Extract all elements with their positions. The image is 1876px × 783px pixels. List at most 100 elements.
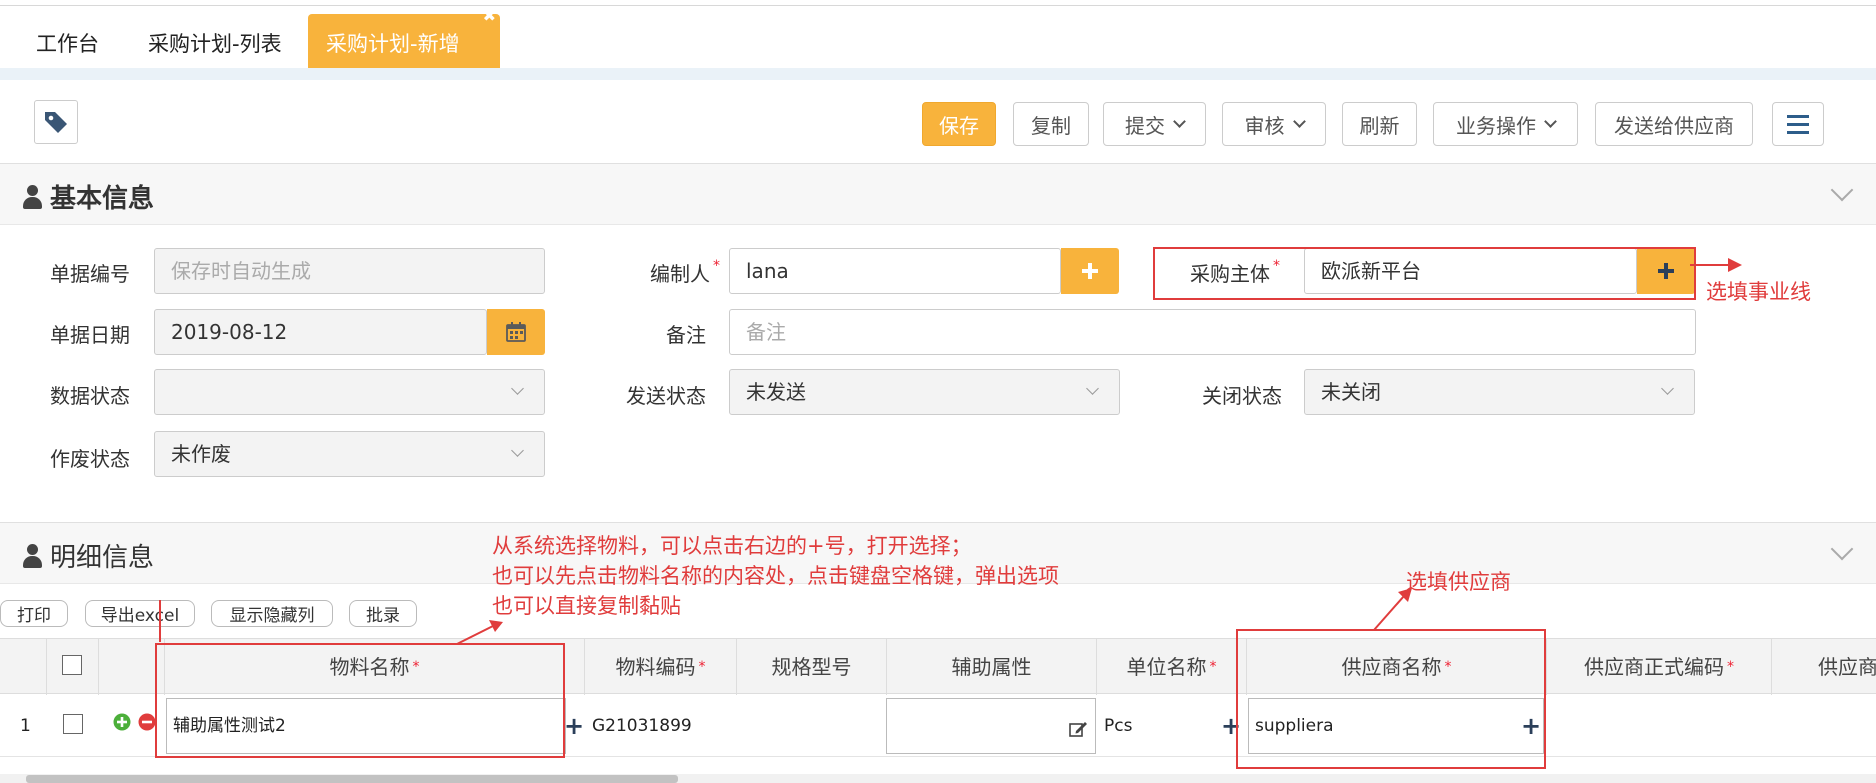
grid-col-supplier-code[interactable]: 供应商正式编码 * xyxy=(1546,639,1771,695)
subject-add-button[interactable] xyxy=(1637,248,1695,294)
col-header-text: 规格型号 xyxy=(771,655,852,679)
col-header-text: 物料编码 xyxy=(615,655,696,679)
subject-label-text: 采购主体 xyxy=(1190,262,1270,286)
editor-field[interactable]: lana xyxy=(729,248,1061,294)
hamburger-menu-button[interactable] xyxy=(1772,102,1824,146)
editor-add-button[interactable] xyxy=(1061,248,1119,294)
tab-purchase-plan-new[interactable]: 采购计划-新增 ✖ xyxy=(308,6,500,68)
annotation-material-2: 也可以先点击物料名称的内容处，点击键盘空格键，弹出选项 xyxy=(492,564,1059,588)
show-hidden-label: 显示隐藏列 xyxy=(229,606,315,626)
tag-icon[interactable] xyxy=(34,100,78,144)
required-mark: * xyxy=(1209,659,1217,675)
grid-col-material-code[interactable]: 物料编码 * xyxy=(584,639,736,695)
section-title: 基本信息 xyxy=(22,178,154,215)
refresh-label: 刷新 xyxy=(1359,113,1400,138)
send-to-supplier-button[interactable]: 发送给供应商 xyxy=(1595,102,1753,146)
toolbar: 保存 复制 提交 审核 刷新 业务操作 发送给供应商 xyxy=(0,80,1876,162)
export-excel-button[interactable]: 导出excel xyxy=(85,600,195,627)
annotation-arrow xyxy=(1373,588,1412,631)
col-header-text: 物料名称 xyxy=(329,655,410,679)
material-add-icon[interactable]: + xyxy=(564,695,584,757)
data-status-label: 数据状态 xyxy=(50,384,130,408)
section-title: 明细信息 xyxy=(22,537,154,574)
basic-info-title: 基本信息 xyxy=(50,184,155,214)
remove-row-icon[interactable] xyxy=(138,713,156,731)
business-label: 业务操作 xyxy=(1456,113,1536,138)
editor-label: 编制人 * xyxy=(620,258,720,287)
col-header-text: 供应商正式编码 xyxy=(1584,655,1724,679)
grid-col-aux[interactable]: 辅助属性 xyxy=(886,639,1096,695)
grid-col-actions xyxy=(98,639,164,695)
col-header-text: 供应商名称 xyxy=(1341,655,1442,679)
scrollbar-thumb[interactable] xyxy=(26,775,678,783)
subject-field[interactable]: 欧派新平台 xyxy=(1304,248,1637,294)
annotation-tick xyxy=(159,600,161,642)
tab-label: 工作台 xyxy=(36,32,99,56)
grid-col-material-name[interactable]: 物料名称 * xyxy=(164,639,584,695)
batch-label: 批录 xyxy=(366,606,400,626)
annotation-arrow xyxy=(456,620,503,645)
close-status-label: 关闭状态 xyxy=(1202,384,1282,408)
chevron-down-icon[interactable] xyxy=(1830,537,1854,561)
aux-attr-input[interactable] xyxy=(886,698,1096,754)
spec-cell xyxy=(744,695,884,757)
chevron-down-icon[interactable] xyxy=(1830,178,1854,202)
grid-col-spec[interactable]: 规格型号 xyxy=(736,639,886,695)
batch-entry-button[interactable]: 批录 xyxy=(349,600,417,627)
menu-icon-bar xyxy=(1787,114,1809,118)
submit-dropdown-button[interactable]: 提交 xyxy=(1103,102,1206,146)
tab-underline xyxy=(0,68,1876,80)
remark-input[interactable]: 备注 xyxy=(729,309,1696,355)
user-icon xyxy=(22,184,42,209)
refresh-button[interactable]: 刷新 xyxy=(1342,102,1417,146)
copy-label: 复制 xyxy=(1031,113,1071,138)
unit-add-icon[interactable]: + xyxy=(1221,695,1241,757)
tab-purchase-plan-list[interactable]: 采购计划-列表 xyxy=(130,14,300,68)
grid-col-supplier-extra[interactable]: 供应商 xyxy=(1771,639,1876,695)
tag-icon-svg xyxy=(45,112,67,133)
annotation-material-1: 从系统选择物料，可以点击右边的+号，打开选择； xyxy=(492,534,972,558)
top-divider xyxy=(0,5,1876,6)
close-icon[interactable]: ✖ xyxy=(483,4,496,28)
business-ops-dropdown-button[interactable]: 业务操作 xyxy=(1433,102,1578,146)
copy-button[interactable]: 复制 xyxy=(1013,102,1089,146)
print-button[interactable]: 打印 xyxy=(0,600,68,627)
send-status-select[interactable]: 未发送 xyxy=(729,369,1120,415)
menu-icon-bar xyxy=(1787,122,1809,126)
show-hidden-columns-button[interactable]: 显示隐藏列 xyxy=(211,600,333,627)
required-mark: * xyxy=(1273,258,1280,274)
void-status-select[interactable]: 未作废 xyxy=(154,431,545,477)
send-status-label: 发送状态 xyxy=(626,384,706,408)
export-label: 导出excel xyxy=(100,606,180,626)
tab-label: 采购计划-列表 xyxy=(148,32,282,56)
audit-dropdown-button[interactable]: 审核 xyxy=(1222,102,1326,146)
subject-label: 采购主体 * xyxy=(1170,258,1280,287)
unit-cell[interactable]: Pcs xyxy=(1104,695,1214,757)
annotation-subject: 选填事业线 xyxy=(1706,280,1811,304)
data-status-select[interactable] xyxy=(154,369,545,415)
table-row[interactable]: 1 辅助属性测试2 + G21031899 Pcs + suppliera + xyxy=(0,695,1876,757)
grid-col-supplier-name[interactable]: 供应商名称 * xyxy=(1246,639,1546,695)
basic-info-header[interactable]: 基本信息 xyxy=(0,163,1876,225)
audit-label: 审核 xyxy=(1244,113,1285,138)
tab-workbench[interactable]: 工作台 xyxy=(18,14,117,68)
supplier-name-input[interactable]: suppliera xyxy=(1248,698,1544,754)
date-picker-button[interactable] xyxy=(487,309,545,355)
save-button[interactable]: 保存 xyxy=(922,102,996,146)
doc-date-field[interactable]: 2019-08-12 xyxy=(154,309,487,355)
chevron-down-icon xyxy=(1544,114,1557,128)
add-row-icon[interactable] xyxy=(113,713,131,731)
menu-icon-bar xyxy=(1787,130,1809,134)
material-code-cell: G21031899 xyxy=(592,716,692,736)
close-status-select[interactable]: 未关闭 xyxy=(1304,369,1695,415)
edit-icon[interactable] xyxy=(1068,719,1088,739)
send-supplier-label: 发送给供应商 xyxy=(1614,113,1734,138)
material-name-input[interactable]: 辅助属性测试2 xyxy=(166,698,566,754)
grid-col-unit[interactable]: 单位名称 * xyxy=(1096,639,1246,695)
editor-label-text: 编制人 xyxy=(650,262,710,286)
row-checkbox[interactable] xyxy=(63,714,83,734)
void-status-label: 作废状态 xyxy=(50,447,130,471)
supplier-add-icon[interactable]: + xyxy=(1521,695,1541,757)
required-mark: * xyxy=(713,258,720,274)
calendar-icon xyxy=(506,322,526,342)
